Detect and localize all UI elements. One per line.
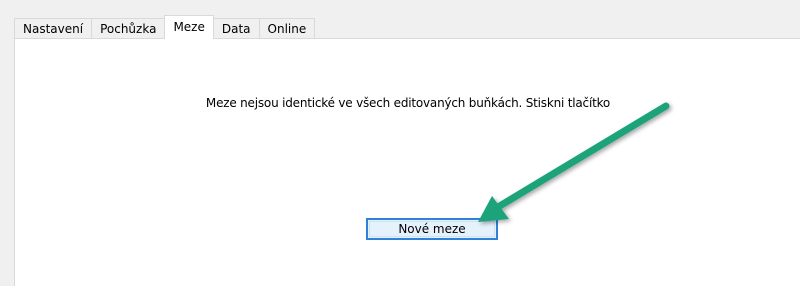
tab-data[interactable]: Data [213,18,260,39]
tab-online[interactable]: Online [259,18,316,39]
tab-pochuzka[interactable]: Pochůzka [92,18,166,39]
info-message: Meze nejsou identické ve všech editovaný… [205,96,611,110]
tab-bar: Nastavení Pochůzka Meze Data Online [14,15,316,39]
tab-meze[interactable]: Meze [164,15,214,39]
tab-nastaveni[interactable]: Nastavení [14,18,93,39]
new-bounds-button[interactable]: Nové meze [366,218,498,240]
dialog-window: Nastavení Pochůzka Meze Data Online Meze… [0,0,800,286]
tab-page-meze: Meze nejsou identické ve všech editovaný… [14,38,800,286]
